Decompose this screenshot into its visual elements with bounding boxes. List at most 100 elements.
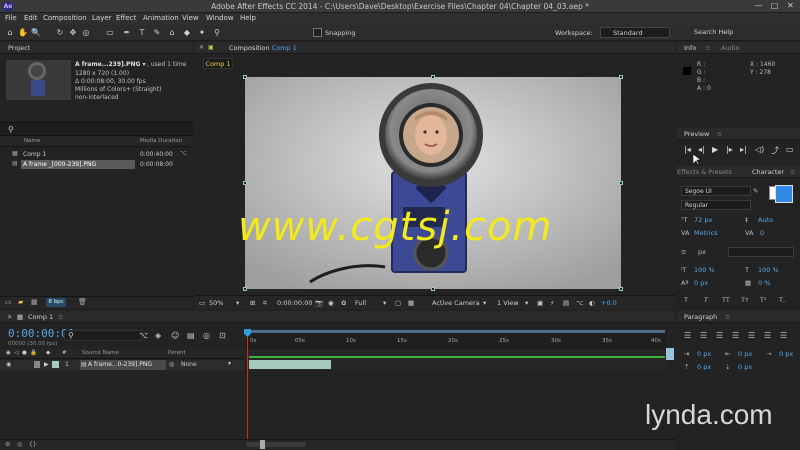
magnification-select[interactable]: 50% [209, 299, 223, 307]
menu-composition[interactable]: Composition [43, 14, 87, 22]
workspace-select[interactable]: Standard [600, 27, 670, 38]
rotation-tool-icon[interactable]: ↻ [55, 28, 65, 38]
space-before-value[interactable]: 0 px [697, 363, 711, 371]
column-source-name[interactable]: Source Name [82, 350, 119, 356]
font-style-select[interactable]: Regular [681, 200, 751, 210]
character-tab[interactable]: Character [752, 168, 784, 176]
interpret-footage-icon[interactable]: ▭ [5, 298, 12, 306]
fast-previews-icon[interactable]: ⚡ [550, 299, 555, 307]
small-caps-button[interactable]: Tт [741, 296, 749, 304]
loop-icon[interactable]: ⤴ [771, 145, 779, 156]
show-snapshot-icon[interactable]: ◉ [328, 299, 334, 307]
column-name[interactable]: Name [24, 138, 40, 144]
align-center-icon[interactable]: ☰ [700, 331, 707, 340]
layer-switches-icon[interactable]: ⚙ [5, 441, 10, 448]
first-line-indent-value[interactable]: 0 px [779, 350, 793, 358]
close-button[interactable]: ✕ [784, 1, 797, 11]
menu-window[interactable]: Window [206, 14, 234, 22]
region-of-interest-icon[interactable]: ▢ [395, 299, 401, 307]
menu-layer[interactable]: Layer [92, 14, 112, 22]
motion-blur-icon[interactable]: ◎ [203, 331, 210, 340]
effects-presets-tab[interactable]: Effects & Presets [677, 168, 732, 176]
timeline-icon[interactable]: ▤ [563, 299, 569, 307]
transform-handle-tr[interactable] [619, 75, 623, 79]
font-family-select[interactable]: Segoe UI [681, 186, 751, 196]
close-icon[interactable]: ✕ [7, 313, 12, 321]
menu-file[interactable]: File [5, 14, 17, 22]
subscript-button[interactable]: T, [779, 296, 785, 304]
indent-right-value[interactable]: 0 px [738, 350, 752, 358]
transfer-controls-icon[interactable]: ◎ [17, 441, 22, 448]
baseline-shift-value[interactable]: 0 px [694, 279, 708, 287]
resolution-select[interactable]: Full [355, 299, 366, 307]
play-icon[interactable]: ▶ [712, 145, 718, 154]
menu-help[interactable]: Help [240, 14, 256, 22]
tsume-value[interactable]: 0 % [758, 279, 770, 287]
shy-layers-icon[interactable]: ☺ [171, 331, 179, 340]
leading-value[interactable]: Auto [758, 216, 773, 224]
project-item-comp[interactable]: ▦ Comp 1 0:00:40:00 ⌥ [0, 150, 193, 159]
transform-handle-ml[interactable] [243, 181, 247, 185]
zoom-slider[interactable] [246, 442, 306, 447]
eye-icon[interactable]: ◉ [6, 361, 11, 368]
column-media-duration[interactable]: Media Duration [140, 138, 182, 144]
info-tab[interactable]: Info [684, 44, 696, 52]
column-parent[interactable]: Parent [168, 350, 186, 356]
rectangle-tool-icon[interactable]: ▭ [105, 28, 115, 38]
timeline-search-input[interactable]: ⚲ [64, 330, 142, 341]
menu-icon[interactable]: ≡ [717, 130, 722, 138]
selection-tool-icon[interactable]: ⌂ [5, 28, 15, 38]
new-folder-icon[interactable]: ▰ [18, 298, 23, 306]
trash-icon[interactable]: 🗑 [78, 298, 87, 306]
in-out-panes-icon[interactable]: {} [29, 441, 37, 448]
pen-tool-icon[interactable]: ✒ [122, 28, 132, 38]
menu-icon[interactable]: ≡ [58, 313, 63, 321]
toggle-pixel-aspect-icon[interactable]: ▣ [537, 299, 543, 307]
view-layout-select[interactable]: 1 View [497, 299, 519, 307]
faux-bold-button[interactable]: T [684, 296, 688, 304]
search-help-field[interactable]: Search Help [682, 27, 797, 38]
transform-handle-bl[interactable] [243, 287, 247, 291]
timeline-scroll-end[interactable] [666, 348, 674, 360]
tracking-value[interactable]: 0 [760, 229, 764, 237]
flowchart-icon[interactable]: ⌥ [180, 150, 187, 157]
graph-editor-icon[interactable]: ⊡ [219, 331, 226, 340]
snapping-checkbox[interactable] [313, 28, 322, 37]
project-item-footage[interactable]: ▤ A frame _[000-239].PNG [0, 160, 138, 169]
align-left-icon[interactable]: ☰ [684, 331, 691, 340]
previous-frame-icon[interactable]: ◂| [698, 145, 705, 154]
eraser-tool-icon[interactable]: ◆ [182, 28, 192, 38]
reset-exposure-icon[interactable]: ◐ [589, 299, 595, 307]
first-frame-icon[interactable]: |◂ [684, 145, 691, 154]
next-frame-icon[interactable]: |▸ [726, 145, 733, 154]
layer-name[interactable]: ▤ A frame...0-239].PNG [80, 360, 166, 370]
transform-handle-mr[interactable] [619, 181, 623, 185]
clone-stamp-tool-icon[interactable]: ⌂ [167, 28, 177, 38]
timeline-tab[interactable]: Comp 1 [28, 313, 53, 321]
puppet-pin-tool-icon[interactable]: ⚲ [212, 28, 222, 38]
vertical-scale-value[interactable]: 100 % [694, 266, 715, 274]
always-preview-icon[interactable]: ▭ [199, 299, 205, 307]
roto-brush-tool-icon[interactable]: ✦ [197, 28, 207, 38]
camera-tool-icon[interactable]: ✥ [68, 28, 78, 38]
eyedropper-icon[interactable]: ✎ [753, 187, 758, 195]
menu-icon[interactable]: ≡ [705, 44, 710, 52]
composition-mini-flowchart-icon[interactable]: ⌥ [139, 331, 148, 340]
last-frame-icon[interactable]: ▸| [740, 145, 747, 154]
exposure-value[interactable]: +0.0 [601, 299, 617, 307]
audio-tab[interactable]: Audio [721, 44, 739, 52]
ram-preview-icon[interactable]: ▭ [786, 145, 794, 154]
minimize-button[interactable]: — [752, 1, 765, 11]
menu-icon[interactable]: ≡ [790, 168, 795, 176]
menu-effect[interactable]: Effect [116, 14, 136, 22]
justify-right-icon[interactable]: ☰ [764, 331, 771, 340]
menu-animation[interactable]: Animation [143, 14, 179, 22]
stroke-width-value[interactable]: px [698, 248, 706, 256]
pan-behind-tool-icon[interactable]: ◎ [81, 28, 91, 38]
zoom-tool-icon[interactable]: 🔍 [31, 28, 41, 38]
time-ruler[interactable]: 0s 05s 10s 15s 20s 25s 30s 35s 40s [246, 331, 666, 349]
justify-left-icon[interactable]: ☰ [732, 331, 739, 340]
superscript-button[interactable]: T¹ [760, 296, 767, 304]
new-composition-icon[interactable]: ▦ [31, 298, 38, 306]
stroke-type-select[interactable] [728, 247, 794, 257]
